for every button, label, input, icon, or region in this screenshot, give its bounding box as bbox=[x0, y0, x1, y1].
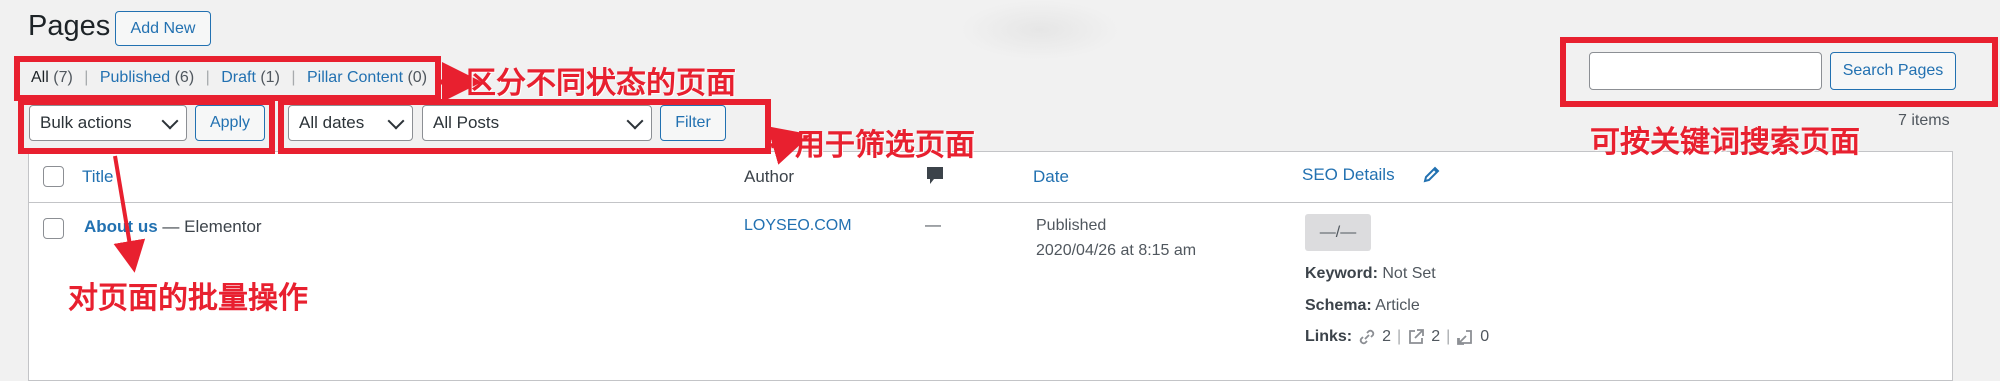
bulk-arrow bbox=[113, 155, 146, 273]
search-annotation: 可按关键词搜索页面 bbox=[1590, 125, 1860, 160]
bulk-annotation: 对页面的批量操作 bbox=[68, 281, 308, 316]
filter-annotation: 用于筛选页面 bbox=[795, 128, 975, 163]
filter-arrow bbox=[767, 126, 812, 165]
status-annotation: 区分不同状态的页面 bbox=[466, 66, 736, 101]
